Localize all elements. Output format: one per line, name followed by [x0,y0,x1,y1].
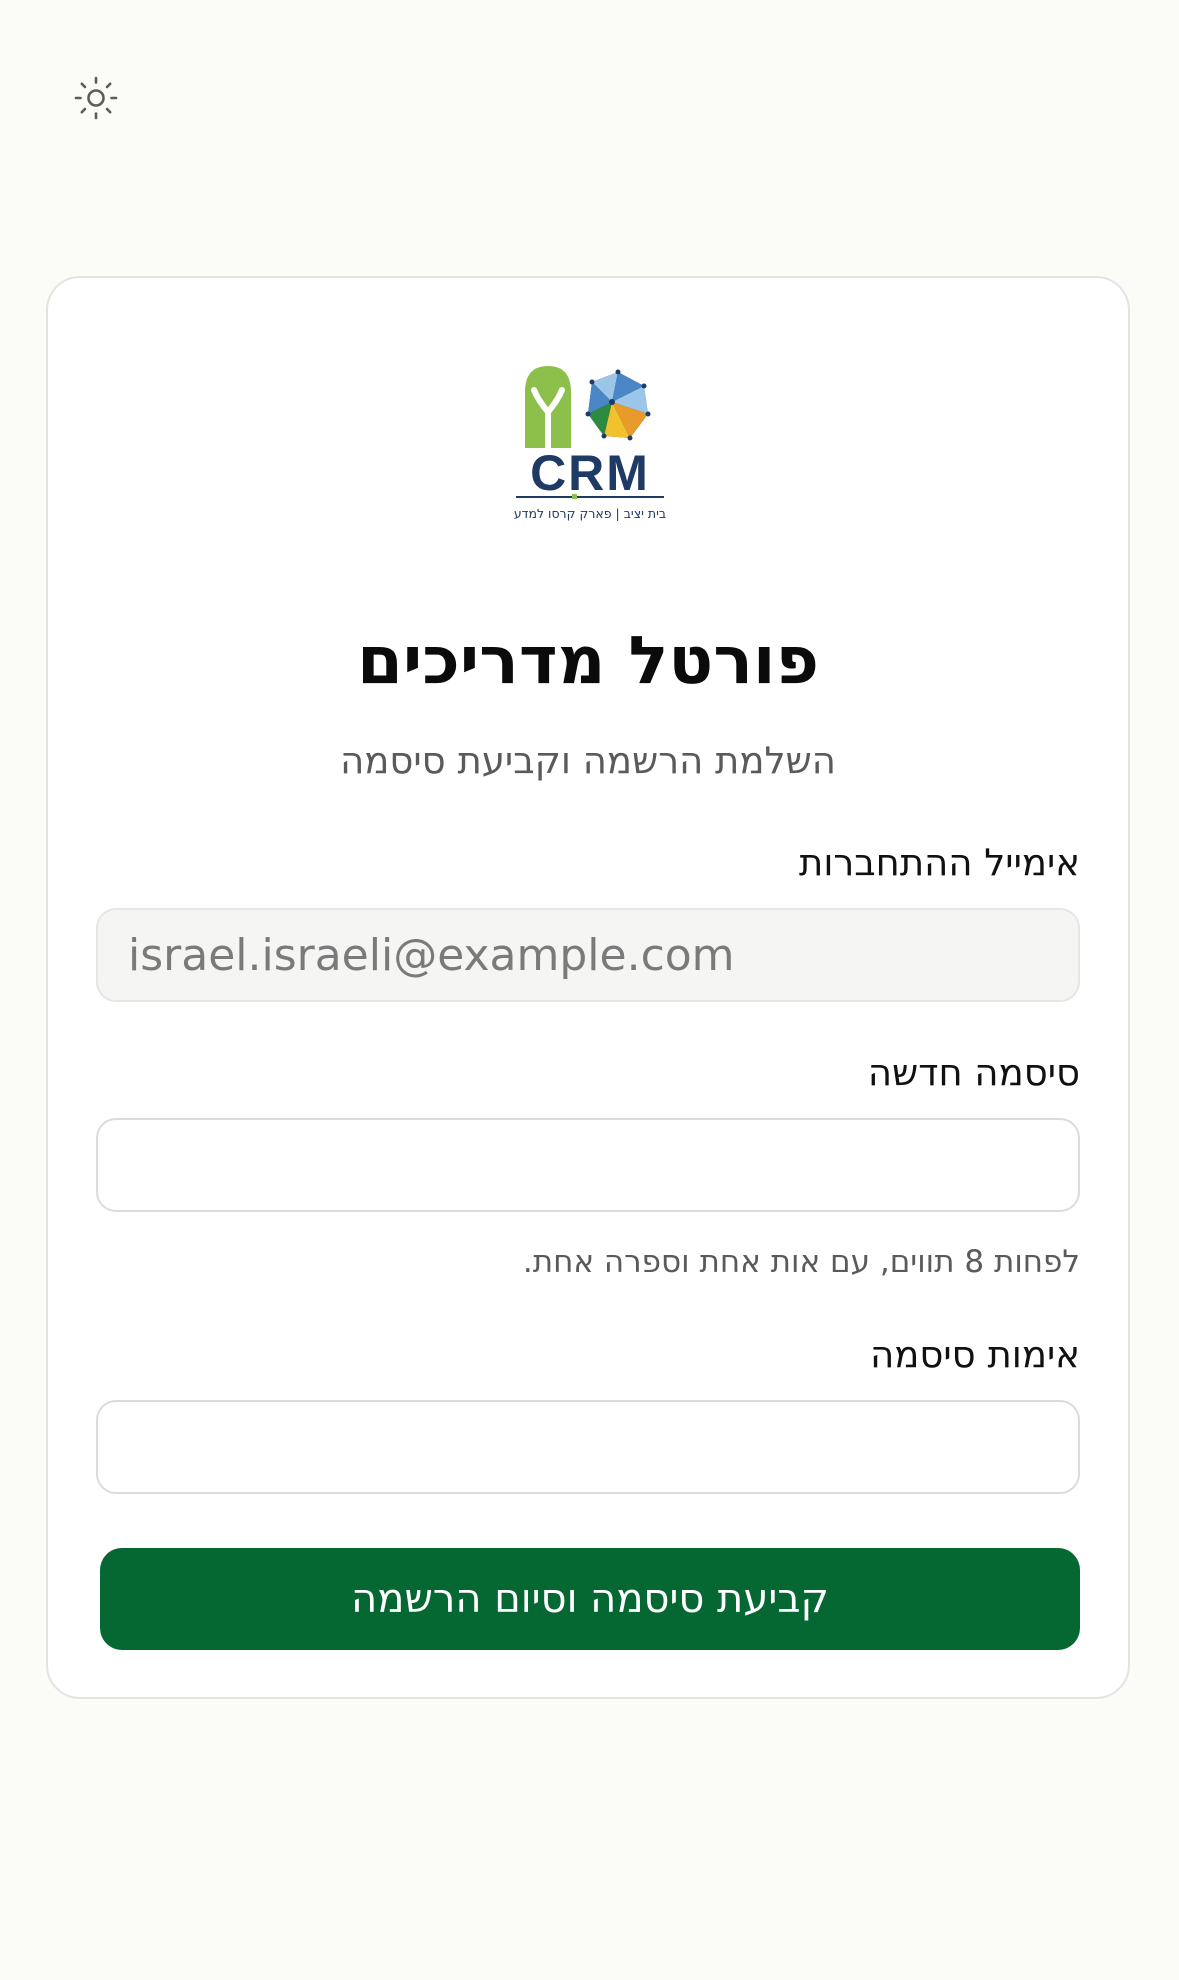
theme-toggle-button[interactable] [70,72,122,124]
page-title: פורטל מדריכים [356,622,820,699]
registration-card: CRM בית יציב | פארק קרסו למדע פורטל מדרי… [46,276,1130,1699]
email-field[interactable] [96,908,1080,1002]
logo-tagline: בית יציב | פארק קרסו למדע [514,506,666,521]
submit-button[interactable]: קביעת סיסמה וסיום הרשמה [100,1548,1080,1650]
password-hint: לפחות 8 תווים, עם אות אחת וספרה אחת. [522,1244,1080,1280]
confirm-password-field[interactable] [96,1400,1080,1494]
sun-icon [74,76,118,120]
confirm-password-label: אימות סיסמה [870,1333,1080,1376]
new-password-label: סיסמה חדשה [867,1051,1080,1094]
new-password-field[interactable] [96,1118,1080,1212]
logo-brand-text: CRM [530,445,650,501]
email-label: אימייל ההתחברות [799,841,1080,884]
page-subtitle: השלמת הרשמה וקביעת סיסמה [340,739,836,782]
crm-logo: CRM בית יציב | פארק קרסו למדע [514,366,666,521]
